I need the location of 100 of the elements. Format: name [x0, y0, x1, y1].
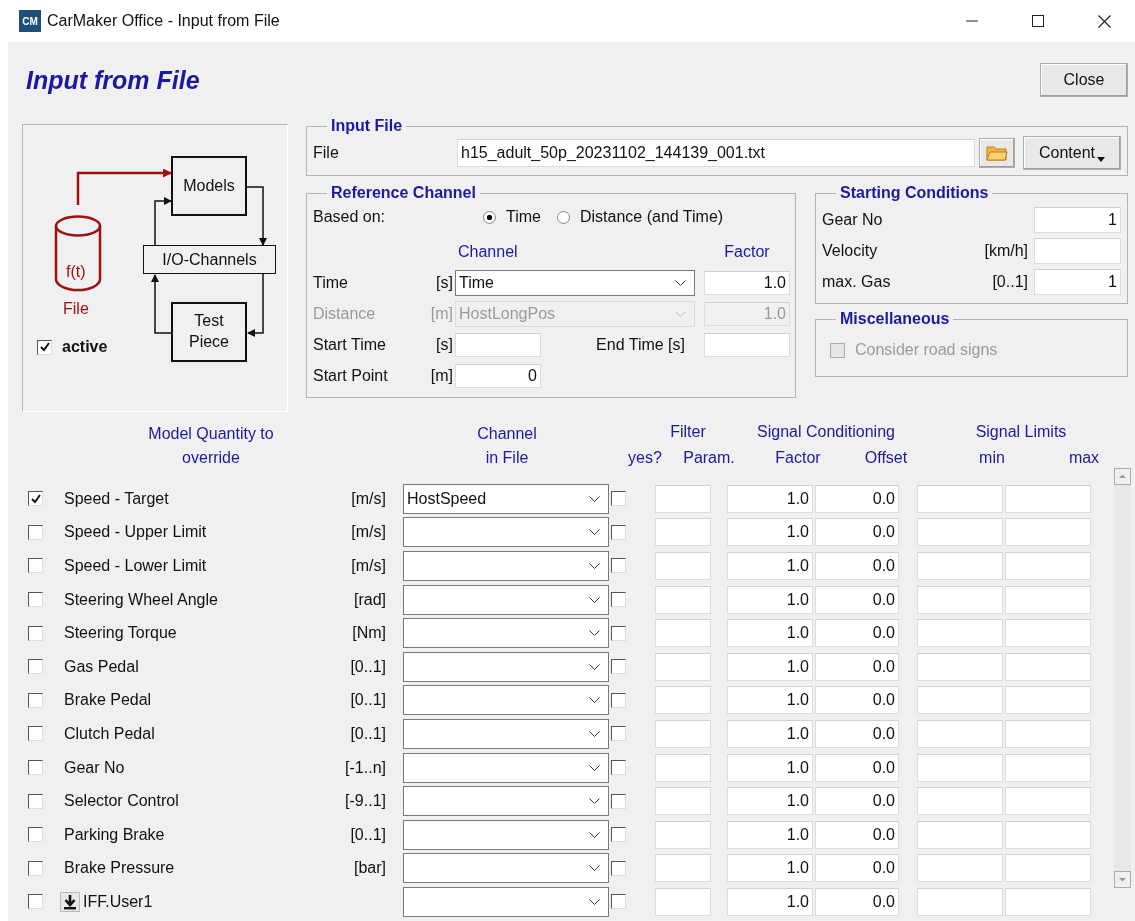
- column-header: Channel in File: [476, 424, 538, 468]
- close-button[interactable]: Close: [1040, 63, 1128, 97]
- unit-label: [m]: [429, 366, 454, 385]
- content-menu-button[interactable]: Content: [1023, 136, 1121, 170]
- input-field[interactable]: 1.0: [727, 753, 813, 782]
- unit-label: [0..1]: [350, 825, 386, 843]
- quantity-label: Gas Pedal: [64, 657, 139, 676]
- unit-label: [bar]: [354, 859, 386, 877]
- unit-label: [-1..n]: [345, 758, 386, 776]
- quantity-label: Clutch Pedal: [64, 724, 155, 743]
- field-label: End Time [s]: [595, 335, 686, 354]
- column-header: Factor: [723, 242, 771, 261]
- input-field[interactable]: 1.0: [727, 787, 813, 816]
- row-label: Start Time: [313, 335, 387, 354]
- column-header: Model Quantity to override: [147, 424, 275, 468]
- channel-dropdown[interactable]: Time: [455, 269, 695, 296]
- field-label: Velocity: [822, 241, 879, 260]
- field-label: File: [313, 144, 340, 162]
- column-header: Offset: [863, 448, 909, 468]
- start-point-field[interactable]: 0: [455, 363, 541, 388]
- unit-label: [Nm]: [352, 624, 386, 642]
- quantity-label: Speed - Target: [64, 489, 169, 508]
- unit-label: [-9..1]: [345, 792, 386, 810]
- input-field[interactable]: 0.0: [815, 552, 899, 580]
- column-header: Channel: [457, 242, 519, 261]
- unit-label: [0..1]: [350, 657, 386, 675]
- formula-label: f(t): [66, 263, 86, 281]
- field-label: Based on:: [313, 208, 387, 226]
- input-field[interactable]: 1.0: [727, 518, 813, 547]
- group-title: Starting Conditions: [839, 184, 990, 202]
- input-field[interactable]: 0.0: [815, 753, 899, 782]
- unit-label: [0..1]: [992, 272, 1029, 291]
- unit-label: [m/s]: [351, 489, 386, 507]
- input-field[interactable]: 0.0: [815, 787, 899, 816]
- quantity-label: Brake Pedal: [64, 691, 152, 710]
- row-label: Time: [313, 273, 349, 292]
- input-field[interactable]: 0.0: [815, 887, 899, 916]
- input-field[interactable]: 1.0: [727, 619, 813, 648]
- input-field[interactable]: 1.0: [727, 820, 813, 849]
- column-header: max: [1067, 448, 1101, 468]
- input-field[interactable]: 0.0: [815, 518, 899, 547]
- input-field[interactable]: 0.0: [815, 820, 899, 849]
- input-field[interactable]: 0.0: [815, 585, 899, 614]
- field-label: Gear No: [822, 210, 884, 229]
- app-icon: CM: [19, 10, 41, 32]
- input-field[interactable]: 1.0: [727, 719, 813, 748]
- group-title: Miscellaneous: [839, 310, 951, 328]
- input-field[interactable]: 1.0: [727, 686, 813, 715]
- unit-label: [s]: [435, 273, 454, 292]
- factor-field[interactable]: 1.0: [704, 270, 790, 295]
- input-field[interactable]: 0.0: [815, 719, 899, 748]
- input-field[interactable]: 1.0: [727, 854, 813, 883]
- unit-label: [0..1]: [350, 691, 386, 709]
- input-field[interactable]: 0.0: [815, 652, 899, 681]
- quantity-label: Selector Control: [64, 792, 179, 811]
- page-title: Input from File: [26, 65, 200, 95]
- unit-label: [0..1]: [350, 724, 386, 742]
- file-path-field[interactable]: h15_adult_50p_20231102_144139_001.txt: [457, 139, 975, 167]
- group-title: Reference Channel: [330, 184, 477, 202]
- io-channels-block: I/O-Channels: [143, 245, 276, 274]
- quantity-label: Gear No: [64, 758, 125, 777]
- input-field[interactable]: 1: [1034, 206, 1121, 233]
- quantity-label: IFF.User1: [83, 892, 153, 911]
- unit-label: [rad]: [354, 590, 386, 608]
- unit-label: [m]: [429, 304, 454, 323]
- column-header: Filter: [669, 422, 707, 442]
- quantity-label: Speed - Lower Limit: [64, 557, 207, 575]
- column-header: min: [978, 448, 1006, 468]
- checkbox-label: Consider road signs: [855, 341, 998, 359]
- input-field[interactable]: 0.0: [815, 619, 899, 648]
- unit-label: [km/h]: [984, 241, 1029, 260]
- window-title: CarMaker Office - Input from File: [47, 12, 281, 30]
- test-piece-block: Test Piece: [171, 302, 247, 362]
- channel-dropdown[interactable]: HostSpeed: [403, 483, 609, 514]
- input-field[interactable]: 1.0: [727, 585, 813, 614]
- file-label: File: [63, 300, 89, 318]
- input-field[interactable]: 0.0: [815, 854, 899, 883]
- quantity-label: Speed - Upper Limit: [64, 523, 207, 542]
- unit-label: [m/s]: [351, 557, 386, 574]
- field-label: max. Gas: [822, 272, 892, 291]
- row-label: Distance: [313, 304, 377, 323]
- input-field[interactable]: 1.0: [727, 484, 813, 513]
- input-field[interactable]: 1.0: [727, 552, 813, 580]
- unit-label: [m/s]: [351, 523, 386, 541]
- column-header: yes?: [627, 448, 663, 468]
- column-header: Signal Conditioning: [756, 422, 896, 442]
- unit-label: [s]: [435, 335, 454, 354]
- row-label: Start Point: [313, 366, 389, 385]
- column-header: Signal Limits: [974, 422, 1068, 442]
- checkbox-label: active: [62, 338, 108, 356]
- input-field[interactable]: 1: [1034, 268, 1121, 295]
- input-field[interactable]: 1.0: [727, 887, 813, 916]
- quantity-label: Brake Pressure: [64, 859, 175, 878]
- column-header: Param.: [682, 448, 736, 468]
- quantity-label: Parking Brake: [64, 825, 165, 844]
- input-field[interactable]: 0.0: [815, 484, 899, 513]
- radio-label: Time: [506, 208, 541, 226]
- input-field[interactable]: 1.0: [727, 652, 813, 681]
- radio-label: Distance (and Time): [579, 208, 724, 226]
- input-field[interactable]: 0.0: [815, 686, 899, 715]
